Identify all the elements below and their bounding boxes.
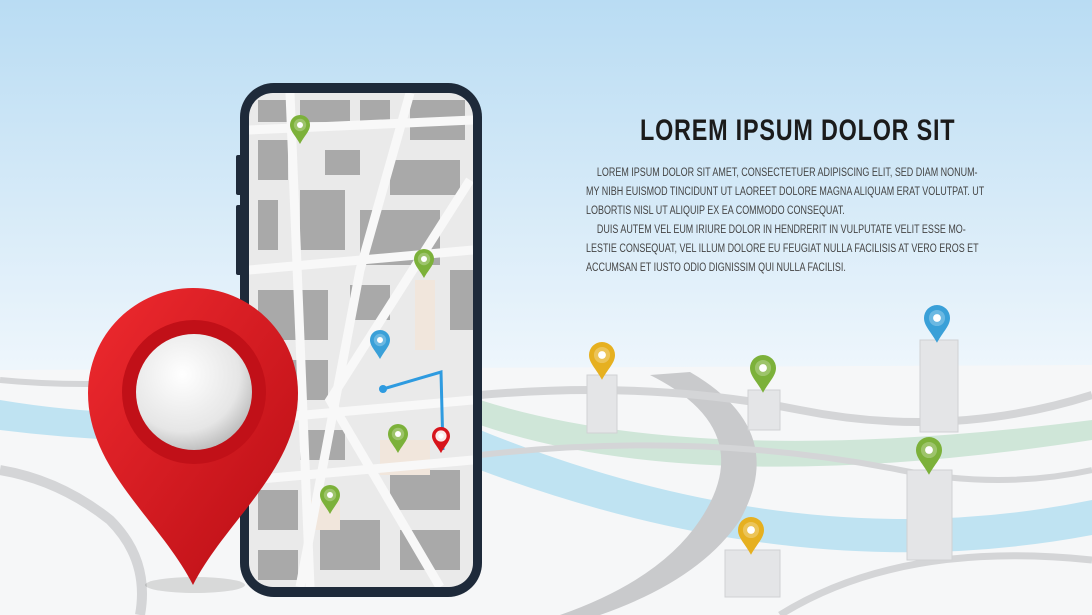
paragraph-line: MY NIBH EUISMOD TINCIDUNT UT LAOREET DOL… [586,186,985,198]
paragraph: LOREM IPSUM DOLOR SIT AMET, CONSECTETUER… [586,164,985,278]
heading: LOREM IPSUM DOLOR SIT [640,114,956,147]
paragraph-line: ACCUMSAN ET IUSTO ODIO DIGNISSIM QUI NUL… [586,262,846,274]
paragraph-line: LESTIE CONSEQUAT, VEL ILLUM DOLORE EU FE… [586,243,979,255]
paragraph-line: DUIS AUTEM VEL EUM IRIURE DOLOR IN HENDR… [596,224,966,236]
paragraph-line: LOREM IPSUM DOLOR SIT AMET, CONSECTETUER… [596,167,978,179]
map-illustration [0,0,1092,615]
paragraph-line: LOBORTIS NISL UT ALIQUIP EX EA COMMODO C… [586,205,845,217]
